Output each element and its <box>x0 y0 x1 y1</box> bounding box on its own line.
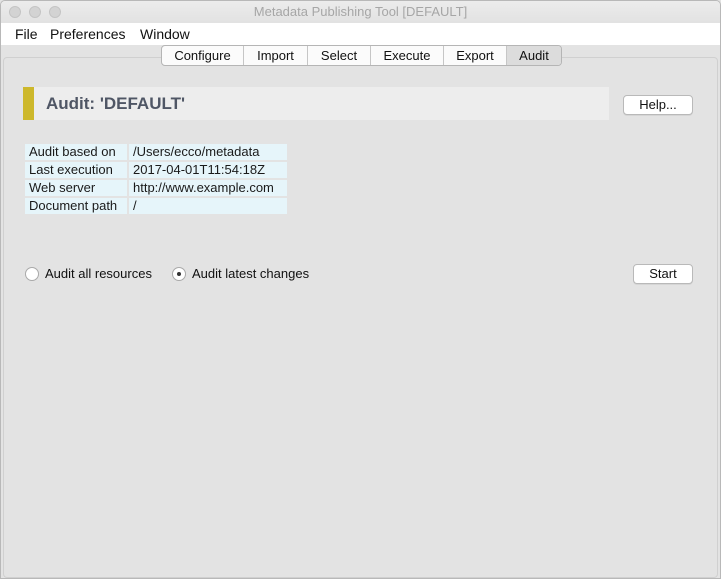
table-row: Last execution 2017-04-01T11:54:18Z <box>25 162 287 178</box>
table-row: Audit based on /Users/ecco/metadata <box>25 144 287 160</box>
info-label: Web server <box>25 180 127 196</box>
tab-import[interactable]: Import <box>244 46 308 65</box>
app-window: Metadata Publishing Tool [DEFAULT] File … <box>0 0 721 579</box>
audit-latest-label: Audit latest changes <box>192 266 310 281</box>
page-title: Audit: 'DEFAULT' <box>46 94 186 113</box>
menu-preferences[interactable]: Preferences <box>50 26 125 42</box>
help-button[interactable]: Help... <box>623 95 693 115</box>
page-header: Audit: 'DEFAULT' <box>23 87 609 120</box>
menu-bar: File Preferences Window <box>1 23 720 45</box>
info-label: Audit based on <box>25 144 127 160</box>
tab-select[interactable]: Select <box>308 46 371 65</box>
info-value: http://www.example.com <box>129 180 287 196</box>
audit-all-option[interactable]: Audit all resources <box>25 266 152 281</box>
table-row: Document path / <box>25 198 287 214</box>
tab-export[interactable]: Export <box>444 46 507 65</box>
window-title: Metadata Publishing Tool [DEFAULT] <box>253 4 468 19</box>
info-value: 2017-04-01T11:54:18Z <box>129 162 287 178</box>
info-label: Last execution <box>25 162 127 178</box>
tab-configure[interactable]: Configure <box>162 46 244 65</box>
audit-latest-radio[interactable] <box>172 266 186 281</box>
tab-audit[interactable]: Audit <box>507 46 561 65</box>
info-label: Document path <box>25 198 127 214</box>
table-row: Web server http://www.example.com <box>25 180 287 196</box>
audit-all-label: Audit all resources <box>45 266 152 281</box>
start-button[interactable]: Start <box>633 264 693 284</box>
audit-all-radio[interactable] <box>25 266 39 281</box>
audit-info-table: Audit based on /Users/ecco/metadata Last… <box>23 142 289 216</box>
tab-bar: Configure Import Select Execute Export A… <box>161 45 562 66</box>
tab-content-panel <box>3 57 718 578</box>
info-value: / <box>129 198 287 214</box>
header-accent-bar <box>23 87 34 120</box>
menu-window[interactable]: Window <box>140 26 190 42</box>
audit-latest-option[interactable]: Audit latest changes <box>172 266 309 281</box>
menu-file[interactable]: File <box>15 26 38 42</box>
info-value: /Users/ecco/metadata <box>129 144 287 160</box>
title-bar: Metadata Publishing Tool [DEFAULT] <box>1 1 720 24</box>
tab-execute[interactable]: Execute <box>371 46 444 65</box>
